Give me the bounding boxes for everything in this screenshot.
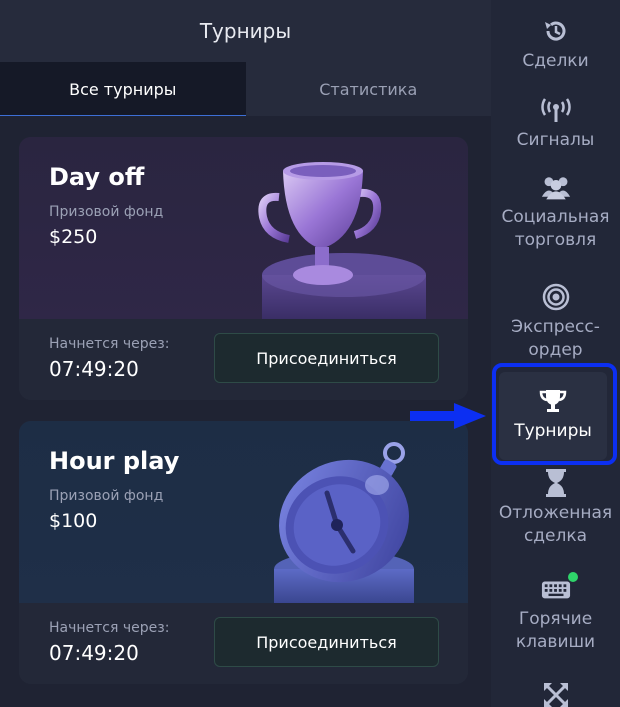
sidebar-item-pending-trade[interactable]: Отложенная сделка (491, 468, 620, 548)
sidebar-item-trades[interactable]: Сделки (491, 16, 620, 73)
users-icon (541, 172, 571, 202)
sidebar-item-hotkeys[interactable]: Горячие клавиши (491, 572, 620, 654)
card-banner: Day off Призовой фонд $250 (19, 137, 468, 319)
prize-fund-value: $100 (49, 510, 98, 532)
sidebar-item-label: Отложенная сделка (498, 503, 613, 546)
signal-icon (540, 95, 571, 125)
prize-fund-label: Призовой фонд (49, 204, 164, 220)
target-icon (541, 282, 571, 312)
sidebar-item-signals[interactable]: Сигналы (491, 95, 620, 152)
tournament-card[interactable]: Hour play Призовой фонд $100 Начнется че… (19, 421, 468, 684)
join-button[interactable]: Присоединиться (214, 617, 439, 667)
countdown-timer: 07:49:20 (49, 357, 139, 381)
highlight-frame (492, 363, 617, 465)
tournament-card[interactable]: Day off Призовой фонд $250 Начнется чере… (19, 137, 468, 400)
tab-all-tournaments[interactable]: Все турниры (0, 62, 246, 116)
sidebar-item-label: Горячие клавиши (515, 609, 596, 652)
join-button[interactable]: Присоединиться (214, 333, 439, 383)
keyboard-icon (541, 572, 578, 604)
countdown-timer: 07:49:20 (49, 641, 139, 665)
hourglass-icon (541, 468, 571, 498)
sidebar-item-label: Социальная торговля (501, 207, 610, 250)
sidebar-item-label: Сигналы (516, 130, 595, 150)
sidebar-item-social-trading[interactable]: Социальная торговля (491, 172, 620, 252)
starts-in-label: Начнется через: (49, 620, 170, 636)
tournaments-panel: Турниры Все турниры Статистика Day off П… (0, 0, 491, 707)
trophy-illustration (258, 162, 426, 319)
arrow-right-icon (410, 403, 486, 429)
expand-icon (541, 680, 571, 707)
history-icon (541, 16, 571, 46)
status-dot (567, 572, 578, 582)
tab-bar: Все турниры Статистика (0, 62, 491, 116)
stopwatch-illustration (274, 442, 414, 603)
starts-in-label: Начнется через: (49, 336, 170, 352)
tournament-title: Hour play (49, 447, 180, 475)
sidebar-item-label: Сделки (522, 51, 589, 71)
sidebar-item-label: Экспресс-ордер (511, 317, 600, 360)
prize-fund-value: $250 (49, 226, 98, 248)
card-footer: Начнется через: 07:49:20 Присоединиться (19, 319, 468, 400)
right-sidebar: Сделки Сигналы Социальная торговля Экспр… (491, 0, 620, 707)
panel-title: Турниры (0, 0, 491, 62)
prize-fund-label: Призовой фонд (49, 488, 164, 504)
sidebar-item-expand[interactable] (491, 680, 620, 707)
sidebar-item-express-order[interactable]: Экспресс-ордер (491, 282, 620, 362)
card-footer: Начнется через: 07:49:20 Присоединиться (19, 603, 468, 684)
tournament-title: Day off (49, 163, 145, 191)
tab-statistics[interactable]: Статистика (245, 62, 491, 116)
card-banner: Hour play Призовой фонд $100 (19, 421, 468, 603)
